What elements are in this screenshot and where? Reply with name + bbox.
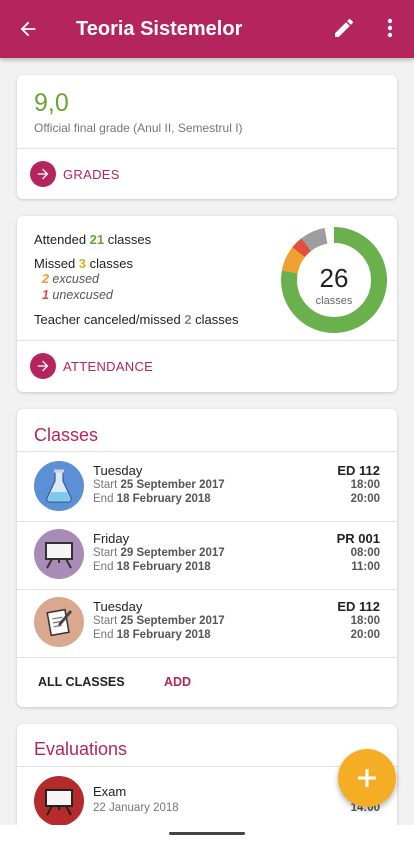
class-day: Friday xyxy=(93,531,130,546)
whiteboard-icon xyxy=(34,529,84,579)
pencil-icon xyxy=(335,18,353,37)
app-bar: Teoria Sistemelor xyxy=(0,0,414,58)
more-vert-icon xyxy=(387,18,393,38)
class-time-end: 20:00 xyxy=(350,629,380,641)
class-row[interactable]: Tuesday Start 25 September 2017 End 18 F… xyxy=(17,454,397,522)
class-start: Start 25 September 2017 xyxy=(93,479,225,491)
class-row[interactable]: Friday Start 29 September 2017 End 18 Fe… xyxy=(17,522,397,590)
class-day: Tuesday xyxy=(93,463,143,478)
canceled-text: Teacher canceled/missed 2 classes xyxy=(34,312,239,327)
class-start: Start 29 September 2017 xyxy=(93,547,225,559)
page-title: Teoria Sistemelor xyxy=(76,18,243,40)
class-end: End 18 February 2018 xyxy=(93,561,211,573)
class-end: End 18 February 2018 xyxy=(93,493,211,505)
arrow-right-icon xyxy=(30,353,56,379)
overflow-menu-button[interactable] xyxy=(380,16,400,42)
divider xyxy=(17,451,397,452)
unexcused-text: 1 unexcused xyxy=(42,288,113,302)
evaluations-title: Evaluations xyxy=(34,739,128,759)
class-room: ED 112 xyxy=(337,599,380,614)
final-grade-label: Official final grade (Anul II, Semestrul… xyxy=(34,121,243,135)
canceled-count: 2 xyxy=(184,312,192,327)
system-navigation-bar xyxy=(0,825,414,841)
home-gesture-handle[interactable] xyxy=(169,832,245,835)
attendance-donut-chart: 26 classes xyxy=(281,227,387,333)
attendance-button[interactable]: ATTENDANCE xyxy=(17,341,397,392)
donut-total: 26 xyxy=(320,263,349,293)
whiteboard-icon xyxy=(34,776,84,826)
edit-button[interactable] xyxy=(332,16,358,42)
flask-icon xyxy=(34,461,84,511)
class-end: End 18 February 2018 xyxy=(93,629,211,641)
class-time-end: 11:00 xyxy=(351,561,380,573)
attendance-label: ATTENDANCE xyxy=(63,359,154,374)
grades-button[interactable]: GRADES xyxy=(17,149,397,199)
donut-total-label: classes xyxy=(316,295,353,307)
final-grade-value: 9,0 xyxy=(34,89,69,117)
all-classes-button[interactable]: ALL CLASSES xyxy=(38,675,125,689)
evaluation-type: Exam xyxy=(93,784,127,799)
add-fab-button[interactable] xyxy=(338,749,396,807)
evaluation-date: 22 January 2018 xyxy=(93,802,179,814)
notepad-pen-icon xyxy=(34,597,84,647)
add-class-button[interactable]: ADD xyxy=(164,675,191,689)
class-room: ED 112 xyxy=(337,463,380,478)
attended-text: Attended 21 classes xyxy=(34,232,152,247)
grades-label: GRADES xyxy=(63,167,120,182)
plus-icon xyxy=(358,769,376,787)
unexcused-count: 1 xyxy=(42,288,49,302)
attended-count: 21 xyxy=(89,232,105,247)
classes-card: Classes Tuesday Start 25 September 2017 … xyxy=(17,409,397,707)
attendance-card: Attended 21 classes Missed 3 classes 2 e… xyxy=(17,216,397,392)
arrow-right-icon xyxy=(30,161,56,187)
class-room: PR 001 xyxy=(336,531,380,546)
class-time-start: 18:00 xyxy=(350,615,380,627)
class-time-start: 08:00 xyxy=(350,547,380,559)
class-time-start: 18:00 xyxy=(350,479,380,491)
missed-count: 3 xyxy=(78,256,87,271)
excused-text: 2 excused xyxy=(42,272,99,286)
class-day: Tuesday xyxy=(93,599,143,614)
grade-card: 9,0 Official final grade (Anul II, Semes… xyxy=(17,75,397,199)
missed-text: Missed 3 classes xyxy=(34,256,133,271)
arrow-left-icon xyxy=(20,21,36,37)
divider xyxy=(17,657,397,658)
class-row[interactable]: Tuesday Start 25 September 2017 End 18 F… xyxy=(17,590,397,658)
class-time-end: 20:00 xyxy=(350,493,380,505)
classes-title: Classes xyxy=(34,425,99,445)
class-start: Start 25 September 2017 xyxy=(93,615,225,627)
back-button[interactable] xyxy=(14,15,42,43)
excused-count: 2 xyxy=(42,272,49,286)
